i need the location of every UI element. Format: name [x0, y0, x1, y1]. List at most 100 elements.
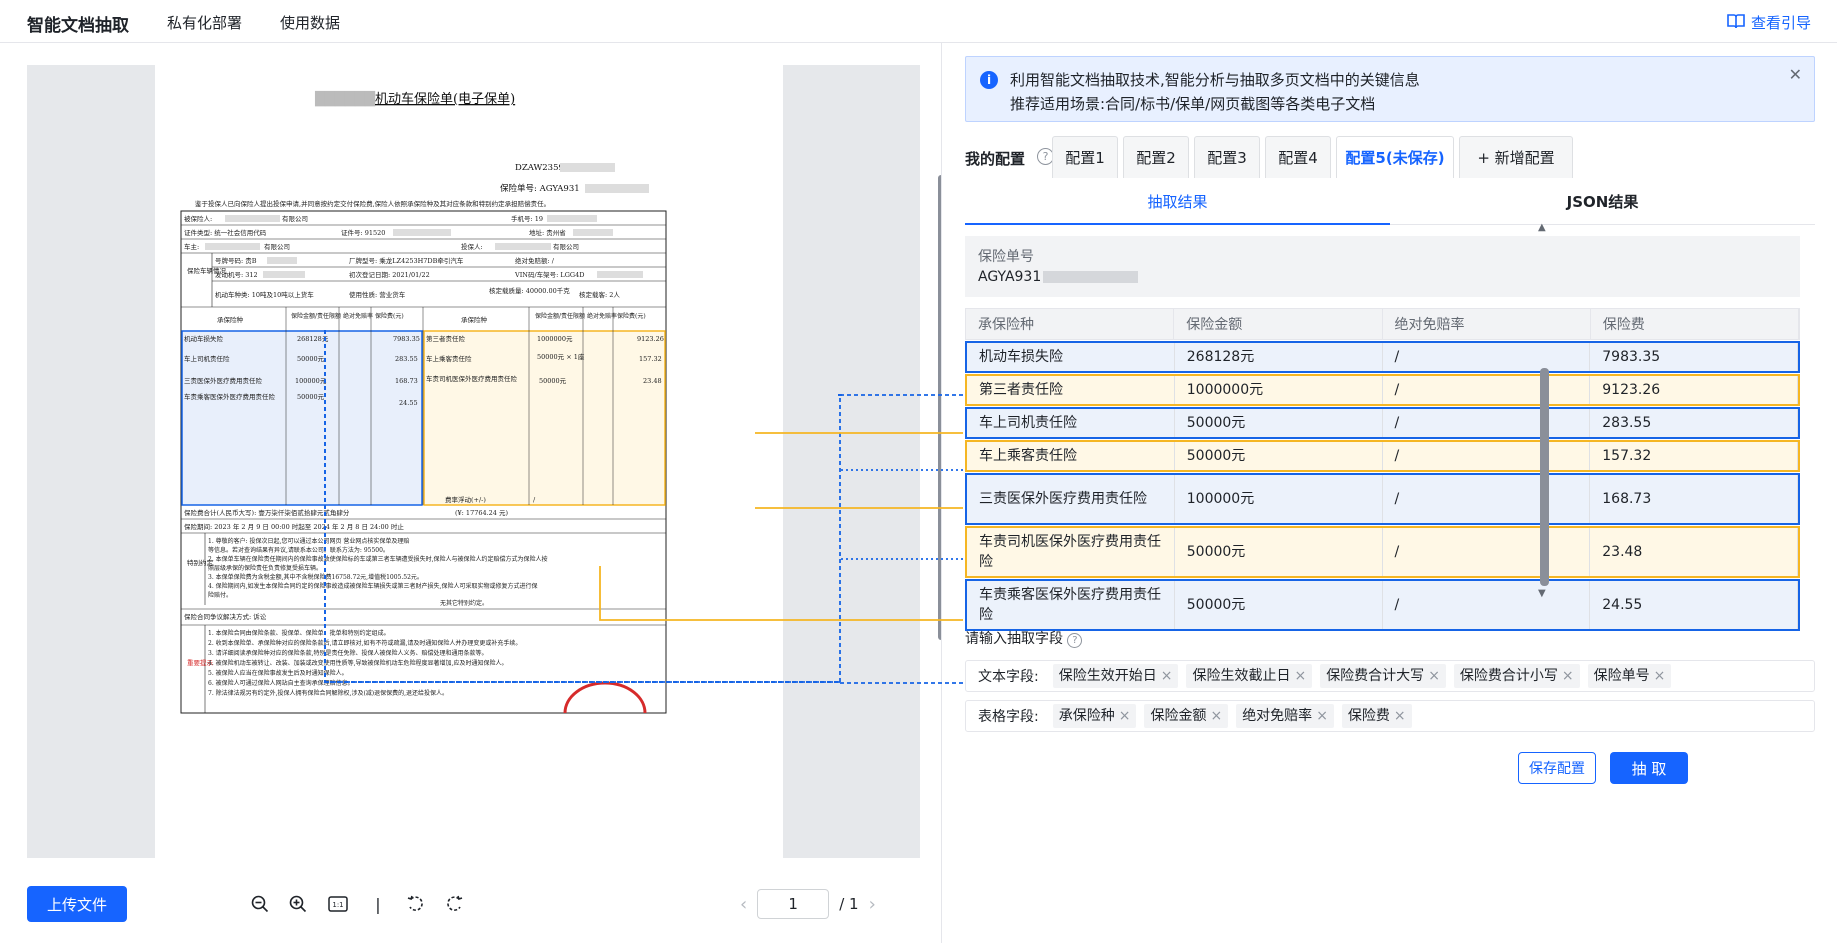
- nav-private-deploy[interactable]: 私有化部署: [167, 12, 242, 33]
- remove-tag-icon[interactable]: ×: [1394, 708, 1406, 724]
- actual-size-icon[interactable]: 1:1: [326, 892, 350, 916]
- cell-amount: 50000元: [1175, 528, 1383, 576]
- doc-policy-code: DZAW2359: [515, 163, 564, 173]
- remove-tag-icon[interactable]: ×: [1161, 668, 1173, 684]
- doc-reg-date: 初次登记日期: 2021/01/22: [349, 270, 430, 279]
- doc-left-item-3-amount: 100000元: [295, 377, 327, 385]
- rotate-left-icon[interactable]: [404, 892, 428, 916]
- doc-insured: 被保险人:: [184, 214, 212, 223]
- document-page: ██████机动车保险单(电子保单) DZAW2359 保险单号: AGYA93…: [155, 65, 783, 858]
- doc-special-4: 照层级承保的保险责任负责修复受损车辆。: [208, 564, 322, 572]
- cell-amount: 100000元: [1175, 475, 1383, 523]
- scroll-up-icon[interactable]: ▲: [1538, 222, 1546, 233]
- input-fields-label: 请输入抽取字段 ?: [965, 628, 1083, 648]
- tag-item[interactable]: 承保险种 ×: [1052, 704, 1137, 728]
- cell-amount: 50000元: [1175, 581, 1383, 629]
- pagination: ‹ 1 / 1 ›: [740, 886, 876, 922]
- rotate-right-icon[interactable]: [442, 892, 466, 916]
- doc-applicant: 投保人:: [461, 242, 483, 251]
- doc-left-item-3-name: 三责医保外医疗费用责任险: [184, 376, 263, 385]
- doc-use: 使用性质: 营业货车: [349, 290, 406, 299]
- table-row[interactable]: 三责医保外医疗费用责任险 100000元 / 168.73: [965, 473, 1800, 525]
- table-row[interactable]: 车上司机责任险 50000元 / 283.55: [965, 407, 1800, 439]
- close-icon[interactable]: ✕: [1789, 65, 1802, 84]
- text-field-tags[interactable]: 文本字段: 保险生效开始日 × 保险生效截止日 × 保险费合计大写 × 保险费合计小写…: [965, 660, 1815, 692]
- tab-config-1[interactable]: 配置1: [1052, 136, 1118, 178]
- doc-right-item-2-fee: 157.32: [639, 355, 662, 363]
- table-field-tags[interactable]: 表格字段: 承保险种 × 保险金额 × 绝对免赔率 × 保险费 ×: [965, 700, 1815, 732]
- text-field-label: 文本字段:: [978, 669, 1039, 685]
- tag-item[interactable]: 保险单号 ×: [1587, 664, 1672, 688]
- page-number-input[interactable]: 1: [757, 889, 830, 919]
- tab-json-result[interactable]: JSON结果: [1390, 183, 1815, 225]
- document-viewer[interactable]: ██████机动车保险单(电子保单) DZAW2359 保险单号: AGYA93…: [27, 65, 944, 858]
- scroll-down-icon[interactable]: ▼: [1538, 588, 1546, 599]
- result-tabs: 抽取结果 JSON结果: [965, 183, 1815, 225]
- zoom-in-icon[interactable]: [286, 892, 310, 916]
- upload-file-button[interactable]: 上传文件: [27, 886, 127, 922]
- doc-tip-5: 5. 被保险人应当在保险事故发生后及时通知保险人。: [208, 669, 348, 677]
- tag-item[interactable]: 保险费合计大写 ×: [1320, 664, 1446, 688]
- cell-rate: /: [1383, 442, 1591, 470]
- remove-tag-icon[interactable]: ×: [1119, 708, 1131, 724]
- nav-usage-data[interactable]: 使用数据: [280, 12, 340, 33]
- cell-rate: /: [1383, 528, 1591, 576]
- next-page-icon[interactable]: ›: [869, 894, 876, 915]
- top-nav-bar: 智能文档抽取 私有化部署 使用数据 查看引导: [0, 0, 1837, 43]
- doc-vin: VIN码/车架号: LGG4D: [514, 270, 584, 279]
- remove-tag-icon[interactable]: ×: [1210, 708, 1222, 724]
- zoom-out-icon[interactable]: [248, 892, 272, 916]
- info-banner: i 利用智能文档抽取技术,智能分析与抽取多页文档中的关键信息 推荐适用场景:合同…: [965, 56, 1815, 122]
- tag-item[interactable]: 保险费合计小写 ×: [1453, 664, 1580, 688]
- remove-tag-icon[interactable]: ×: [1654, 668, 1666, 684]
- tab-extract-result[interactable]: 抽取结果: [965, 183, 1390, 225]
- remove-tag-icon[interactable]: ×: [1294, 668, 1306, 684]
- table-row[interactable]: 车责乘客医保外医疗费用责任险 50000元 / 24.55: [965, 579, 1800, 631]
- doc-engine: 发动机号: 312: [215, 270, 258, 279]
- cell-rate: /: [1383, 343, 1591, 371]
- cell-rate: /: [1383, 475, 1591, 523]
- tag-item[interactable]: 保险生效开始日 ×: [1052, 664, 1179, 688]
- table-row[interactable]: 第三者责任险 1000000元 / 9123.26: [965, 374, 1800, 406]
- doc-deduct: 绝对免赔额: /: [515, 256, 555, 265]
- toolbar-separator: |: [375, 894, 381, 914]
- cell-fee: 168.73: [1590, 475, 1798, 523]
- doc-left-item-2-amount: 50000元: [297, 355, 325, 363]
- company-seal-icon: [563, 681, 647, 714]
- field-value: AGYA931: [978, 269, 1139, 285]
- tab-config-2[interactable]: 配置2: [1123, 136, 1189, 178]
- tag-item[interactable]: 保险金额 ×: [1144, 704, 1229, 728]
- save-config-button[interactable]: 保存配置: [1518, 752, 1596, 784]
- remove-tag-icon[interactable]: ×: [1562, 668, 1574, 684]
- doc-left-item-3-fee: 168.73: [395, 377, 418, 385]
- doc-right-item-3-name: 车责司机医保外医疗费用责任险: [426, 374, 518, 383]
- doc-applicant-suffix: 有限公司: [553, 242, 579, 251]
- tab-config-5[interactable]: 配置5(未保存): [1336, 136, 1454, 178]
- extraction-pane: i 利用智能文档抽取技术,智能分析与抽取多页文档中的关键信息 推荐适用场景:合同…: [941, 43, 1837, 943]
- tag-item[interactable]: 保险费 ×: [1341, 704, 1412, 728]
- doc-tip-2: 2. 收到本保险单、承保险种对应的保险条款后,请立即核对,如有不符或疏漏,请及时…: [208, 639, 521, 647]
- cell-amount: 50000元: [1175, 442, 1383, 470]
- results-scrollbar[interactable]: [1540, 368, 1549, 586]
- table-row[interactable]: 车上乘客责任险 50000元 / 157.32: [965, 440, 1800, 472]
- tab-config-4[interactable]: 配置4: [1265, 136, 1331, 178]
- remove-tag-icon[interactable]: ×: [1316, 708, 1328, 724]
- extraction-results: 保险单号 AGYA931 承保险种 保险金额 绝对免赔率 保险费 机动车损失险 …: [965, 236, 1815, 631]
- table-header: 承保险种 保险金额 绝对免赔率 保险费: [965, 308, 1800, 340]
- doc-owner-suffix: 有限公司: [264, 242, 290, 251]
- add-config-button[interactable]: + 新增配置: [1459, 136, 1573, 178]
- prev-page-icon[interactable]: ‹: [740, 894, 747, 915]
- doc-owner: 车主:: [184, 242, 199, 251]
- table-row[interactable]: 机动车损失险 268128元 / 7983.35: [965, 341, 1800, 373]
- table-row[interactable]: 车责司机医保外医疗费用责任险 50000元 / 23.48: [965, 526, 1800, 578]
- tag-item[interactable]: 绝对免赔率 ×: [1236, 704, 1334, 728]
- tab-config-3[interactable]: 配置3: [1194, 136, 1260, 178]
- doc-id-no: 证件号: 91520: [341, 228, 385, 237]
- remove-tag-icon[interactable]: ×: [1428, 668, 1440, 684]
- info-line-1: 利用智能文档抽取技术,智能分析与抽取多页文档中的关键信息: [1010, 71, 1420, 89]
- view-guide-link[interactable]: 查看引导: [1727, 12, 1811, 33]
- cell-coverage: 机动车损失险: [967, 343, 1175, 371]
- extract-button[interactable]: 抽 取: [1610, 752, 1688, 784]
- tag-item[interactable]: 保险生效截止日 ×: [1186, 664, 1313, 688]
- info-line-2: 推荐适用场景:合同/标书/保单/网页截图等各类电子文档: [1010, 95, 1376, 113]
